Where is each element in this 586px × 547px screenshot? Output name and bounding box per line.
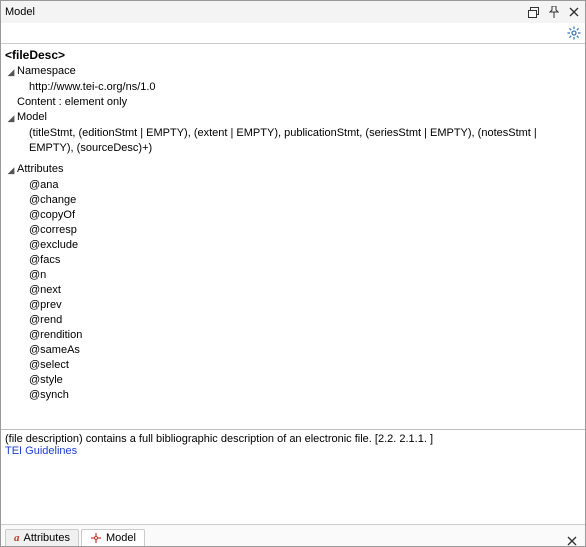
- tree-pane: <fileDesc> ◢ Namespace http://www.tei-c.…: [1, 44, 585, 430]
- expand-arrow-icon[interactable]: ◢: [5, 163, 17, 178]
- namespace-value: http://www.tei-c.org/ns/1.0: [29, 81, 156, 93]
- attribute-item[interactable]: @prev: [29, 298, 581, 313]
- titlebar: Model: [1, 1, 585, 23]
- attribute-item[interactable]: @next: [29, 283, 581, 298]
- close-icon[interactable]: [567, 5, 581, 19]
- description-pane: (file description) contains a full bibli…: [1, 430, 585, 524]
- settings-icon[interactable]: [567, 26, 581, 40]
- description-text: (file description) contains a full bibli…: [5, 433, 581, 445]
- attribute-item[interactable]: @select: [29, 358, 581, 373]
- pin-icon[interactable]: [547, 5, 561, 19]
- attribute-list: @ana@change@copyOf@corresp@exclude@facs@…: [29, 178, 581, 403]
- tree: ◢ Namespace http://www.tei-c.org/ns/1.0 …: [5, 64, 581, 403]
- attribute-item[interactable]: @change: [29, 193, 581, 208]
- tab-attributes[interactable]: a Attributes: [5, 529, 79, 546]
- node-namespace: ◢ Namespace http://www.tei-c.org/ns/1.0: [5, 64, 581, 95]
- attribute-item[interactable]: @exclude: [29, 238, 581, 253]
- attribute-item[interactable]: @corresp: [29, 223, 581, 238]
- expand-arrow-icon[interactable]: ◢: [5, 111, 17, 126]
- model-value: (titleStmt, (editionStmt | EMPTY), (exte…: [29, 126, 549, 156]
- attribute-item[interactable]: @rend: [29, 313, 581, 328]
- expand-arrow-icon[interactable]: ◢: [5, 65, 17, 80]
- tab-model[interactable]: Model: [81, 529, 145, 546]
- tab-label: Model: [106, 532, 136, 544]
- attribute-item[interactable]: @copyOf: [29, 208, 581, 223]
- model-tab-icon: [90, 532, 102, 544]
- content: <fileDesc> ◢ Namespace http://www.tei-c.…: [1, 43, 585, 546]
- window-controls: [527, 5, 581, 19]
- window-title: Model: [5, 6, 527, 18]
- attributes-tab-icon: a: [14, 532, 20, 544]
- tabbar: a Attributes Model: [1, 524, 585, 546]
- restore-icon[interactable]: [527, 5, 541, 19]
- attribute-item[interactable]: @n: [29, 268, 581, 283]
- attribute-item[interactable]: @sameAs: [29, 343, 581, 358]
- attributes-label[interactable]: Attributes: [17, 162, 63, 177]
- tab-label: Attributes: [24, 532, 70, 544]
- attribute-item[interactable]: @rendition: [29, 328, 581, 343]
- node-content: Content : element only: [5, 95, 581, 110]
- node-model: ◢ Model (titleStmt, (editionStmt | EMPTY…: [5, 110, 581, 156]
- attribute-item[interactable]: @facs: [29, 253, 581, 268]
- tei-guidelines-link[interactable]: TEI Guidelines: [5, 445, 581, 457]
- node-attributes: ◢ Attributes @ana@change@copyOf@corresp@…: [5, 162, 581, 403]
- model-window: Model <fileDesc> ◢ Namesp: [0, 0, 586, 547]
- model-label[interactable]: Model: [17, 110, 47, 125]
- namespace-label[interactable]: Namespace: [17, 64, 76, 79]
- attribute-item[interactable]: @synch: [29, 388, 581, 403]
- tab-close-icon[interactable]: [563, 536, 581, 546]
- element-tag: <fileDesc>: [5, 48, 581, 62]
- attribute-item[interactable]: @style: [29, 373, 581, 388]
- toolbar-row: [1, 23, 585, 43]
- content-label: Content : element only: [17, 95, 127, 110]
- attribute-item[interactable]: @ana: [29, 178, 581, 193]
